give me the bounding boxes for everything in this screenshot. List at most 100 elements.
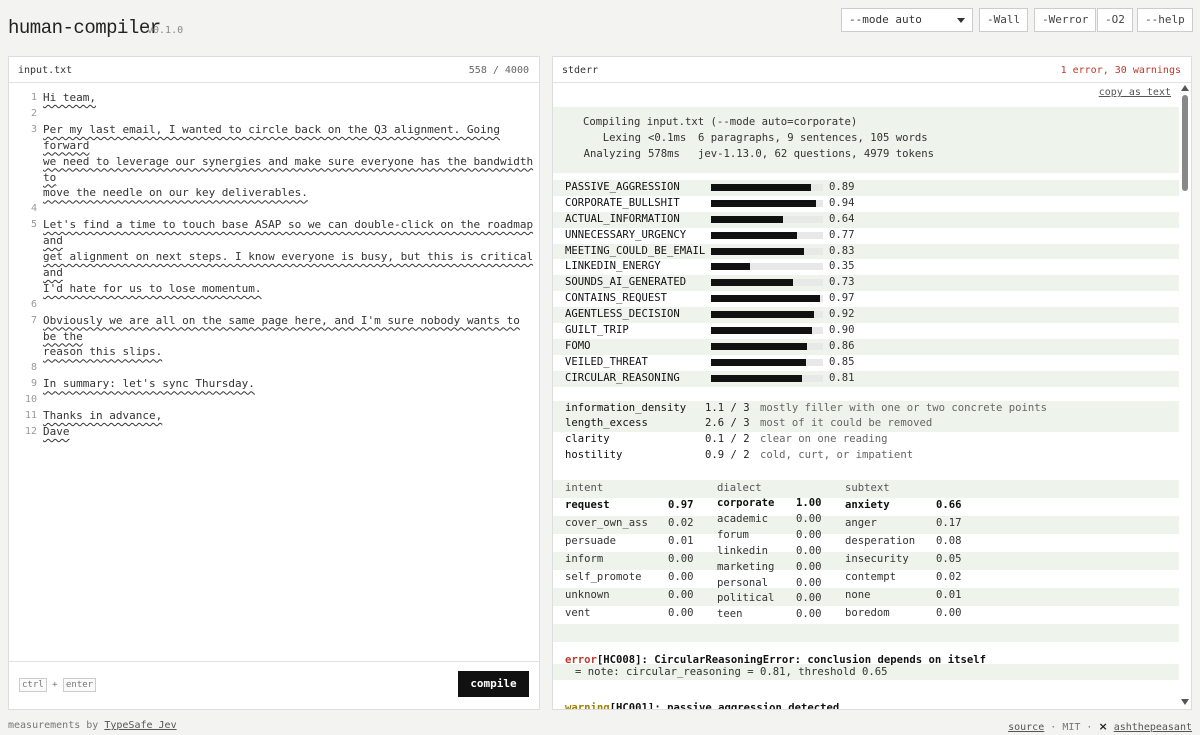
- line-number: 3: [30, 123, 37, 135]
- metric-row: CONTAINS_REQUEST 0.97: [553, 291, 1179, 307]
- diagnostic-code: [HC001]: [609, 702, 655, 710]
- compile-row-time: <0.1ms: [648, 132, 687, 144]
- class-column-header: dialect: [717, 482, 762, 495]
- line-number: 8: [30, 362, 37, 374]
- diagnostic-level: warning: [565, 702, 610, 710]
- class-item: cover_own_ass 0.02: [565, 514, 695, 532]
- keyboard-shortcut-hint: ctrl + enter: [19, 678, 97, 692]
- class-item: corporate 1.00: [717, 496, 847, 512]
- class-item: vent 0.00: [565, 604, 695, 622]
- class-item: anger 0.17: [845, 514, 975, 532]
- metric-bar-fill: [711, 279, 793, 287]
- flag-werror-button[interactable]: -Werror: [1034, 8, 1097, 32]
- class-column-header: intent: [565, 482, 604, 495]
- line-text: Per my last email, I wanted to circle ba…: [43, 122, 500, 152]
- class-item: desperation 0.08: [845, 532, 975, 550]
- class-item-name: request: [565, 499, 610, 512]
- metric-bar-fill: [711, 199, 817, 207]
- line-text: reason this slips.: [43, 345, 163, 359]
- metric-row: GUILT_TRIP 0.90: [553, 323, 1179, 339]
- metric-bar-fill: [711, 358, 807, 366]
- class-item: insecurity 0.05: [845, 550, 975, 568]
- class-item-name: political: [717, 592, 775, 605]
- scroll-up-icon[interactable]: [1181, 85, 1189, 91]
- metric-bar: [711, 311, 823, 319]
- class-item-name: insecurity: [845, 553, 909, 566]
- score-value: 2.6 / 3: [705, 417, 750, 430]
- line-number: 4: [30, 203, 37, 215]
- class-column-intent: intent request 0.97 cover_own_ass 0.02 persua…: [565, 480, 695, 622]
- warning-diagnostic: warning[HC001]: passive aggression detec…: [553, 696, 1179, 710]
- class-item-value: 0.97: [668, 499, 694, 512]
- help-button[interactable]: --help: [1137, 8, 1193, 32]
- kbd-plus: +: [52, 680, 58, 690]
- score-name: length_excess: [565, 417, 648, 430]
- line-number: 6: [30, 298, 37, 310]
- score-value: 1.1 / 3: [705, 401, 750, 414]
- input-filename: input.txt: [18, 65, 73, 76]
- source-link[interactable]: source: [1008, 722, 1044, 733]
- copy-as-text-link[interactable]: copy as text: [1099, 87, 1171, 98]
- flag-o2-button[interactable]: -O2: [1097, 8, 1133, 32]
- footer-links: source · MIT · × ashthepeasant: [1008, 720, 1192, 733]
- metric-value: 0.92: [829, 308, 855, 321]
- scroll-thumb[interactable]: [1182, 95, 1188, 191]
- metric-name: GUILT_TRIP: [565, 324, 629, 337]
- line-text: Let's find a time to touch base ASAP so …: [43, 218, 534, 248]
- score-value: 0.1 / 2: [705, 433, 750, 446]
- input-footer: ctrl + enter compile: [9, 661, 539, 709]
- editor-line: 1 Hi team,: [9, 90, 539, 106]
- compile-row-detail: 6 paragraphs, 9 sentences, 105 words: [698, 132, 928, 144]
- output-title: stderr: [562, 65, 599, 76]
- class-item-name: personal: [717, 576, 769, 589]
- class-item-value: 0.00: [936, 607, 962, 620]
- flag-wall-button[interactable]: -Wall: [979, 8, 1029, 32]
- editor-line: 7 Obviously we are all on the same page h…: [9, 313, 539, 345]
- class-item-name: corporate: [717, 497, 775, 510]
- compiler-output: Compiling input.txt (--mode auto=corpora…: [553, 107, 1179, 710]
- editor-line: 9 In summary: let's sync Thursday.: [9, 376, 539, 392]
- diagnostics-list: error[HC008]: CircularReasoningError: co…: [553, 648, 1179, 710]
- metric-bar: [711, 199, 823, 207]
- class-item: political 0.00: [717, 591, 847, 607]
- metric-row: FOMO 0.86: [553, 338, 1179, 355]
- mode-select[interactable]: --mode auto: [841, 8, 973, 32]
- class-item-name: unknown: [565, 589, 610, 602]
- metric-bar: [711, 342, 823, 350]
- metric-name: UNNECESSARY_URGENCY: [565, 228, 687, 241]
- metric-value: 0.77: [829, 228, 855, 241]
- editor-line: 8: [9, 360, 539, 376]
- class-item-name: none: [845, 589, 871, 602]
- metric-row: UNNECESSARY_URGENCY 0.77: [553, 228, 1179, 244]
- class-item: personal 0.00: [717, 576, 847, 592]
- metric-value: 0.86: [829, 339, 855, 352]
- output-scrollbar[interactable]: [1181, 85, 1189, 705]
- editor-line: I'd hate for us to lose momentum.: [9, 281, 539, 297]
- metric-bar-fill: [711, 342, 808, 350]
- class-item-name: cover_own_ass: [565, 517, 648, 530]
- compile-button[interactable]: compile: [458, 671, 529, 697]
- metric-bar: [711, 247, 823, 255]
- editor-line: 10: [9, 392, 539, 408]
- app-title: human-compiler: [8, 17, 161, 39]
- footer-dot: ·: [1086, 722, 1093, 733]
- score-row: clarity 0.1 / 2 clear on one reading: [553, 432, 1179, 448]
- typesafe-jev-link[interactable]: TypeSafe Jev: [104, 720, 176, 731]
- class-item-name: marketing: [717, 560, 775, 573]
- score-value: 0.9 / 2: [705, 449, 750, 462]
- editor-line: 5 Let's find a time to touch base ASAP so…: [9, 217, 539, 249]
- scroll-down-icon[interactable]: [1181, 699, 1189, 705]
- metric-row: CORPORATE_BULLSHIT 0.94: [553, 196, 1179, 212]
- input-panel-header: input.txt 558 / 4000: [9, 57, 539, 83]
- class-item-value: 0.00: [668, 553, 694, 566]
- input-editor[interactable]: 1 Hi team, 2 3 Per my last email, I wanted t…: [9, 90, 539, 440]
- class-item: boredom 0.00: [845, 604, 975, 622]
- line-number: 10: [24, 394, 37, 406]
- metric-name: CONTAINS_REQUEST: [565, 292, 668, 305]
- class-item-name: self_promote: [565, 571, 642, 584]
- metric-row: AGENTLESS_DECISION 0.92: [553, 307, 1179, 324]
- class-item-value: 0.00: [796, 513, 822, 526]
- scores-list: information_density 1.1 / 3 mostly filler …: [553, 400, 1179, 465]
- author-link[interactable]: ashthepeasant: [1114, 722, 1192, 733]
- line-text: move the needle on our key deliverables.: [43, 186, 308, 200]
